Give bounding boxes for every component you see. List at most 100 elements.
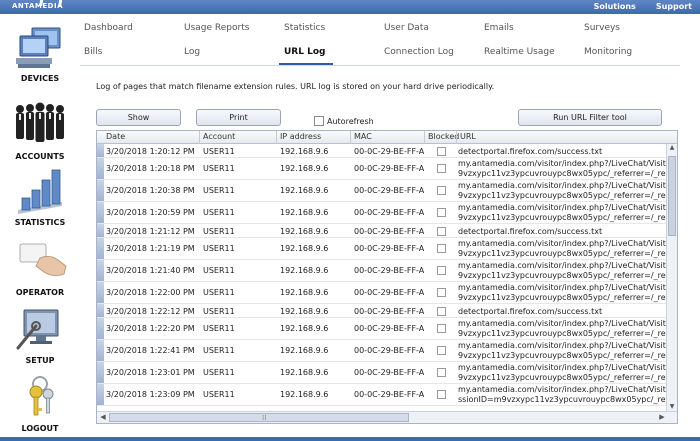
menu-emails[interactable]: Emails — [484, 23, 514, 33]
url-line: my.antamedia.com/visitor/index.php?/Live… — [458, 181, 666, 190]
cell-account: USER11 — [203, 368, 235, 377]
menu-monitoring[interactable]: Monitoring — [584, 47, 632, 57]
table-row[interactable]: 3/20/2018 1:22:41 PM USER11 192.168.9.6 00-… — [97, 340, 667, 362]
bar-chart-icon — [10, 166, 70, 216]
row-selector[interactable] — [97, 260, 104, 281]
url-line: my.antamedia.com/visitor/index.php?/Live… — [458, 319, 666, 328]
cell-date: 3/20/2018 1:20:12 PM — [106, 147, 195, 156]
support-link[interactable]: Support — [656, 2, 692, 11]
column-header-url[interactable]: URL — [456, 131, 677, 144]
menu-connection-log[interactable]: Connection Log — [384, 47, 454, 57]
sidebar-item-accounts[interactable]: ACCOUNTS — [0, 100, 80, 161]
blocked-checkbox[interactable] — [437, 266, 446, 275]
cell-account: USER11 — [203, 346, 235, 355]
menu-realtime-usage[interactable]: Realtime Usage — [484, 47, 555, 57]
run-url-filter-button[interactable]: Run URL Filter tool — [518, 109, 662, 126]
column-header-account[interactable]: Account — [199, 131, 276, 144]
row-selector[interactable] — [97, 362, 104, 383]
column-header-blocked[interactable]: Blocked — [424, 131, 459, 144]
sidebar-item-setup[interactable]: SETUP — [0, 304, 80, 365]
row-selector[interactable] — [97, 340, 104, 361]
cell-mac: 00-0C-29-BE-FF-AA — [354, 368, 424, 377]
vertical-scrollbar[interactable]: ▲ ▼ — [666, 144, 677, 413]
row-selector[interactable] — [97, 282, 104, 303]
menu-user-data[interactable]: User Data — [384, 23, 429, 33]
menu-statistics[interactable]: Statistics — [284, 23, 325, 33]
blocked-checkbox[interactable] — [437, 288, 446, 297]
blocked-checkbox[interactable] — [437, 390, 446, 399]
table-row[interactable]: 3/20/2018 1:23:01 PM USER11 192.168.9.6 00-… — [97, 362, 667, 384]
cell-ip: 192.168.9.6 — [280, 307, 329, 316]
table-row[interactable]: 3/20/2018 1:22:00 PM USER11 192.168.9.6 00-… — [97, 282, 667, 304]
cell-mac: 00-0C-29-BE-FF-AA — [354, 390, 424, 399]
autorefresh-checkbox[interactable] — [314, 116, 324, 126]
table-row[interactable]: 3/20/2018 1:20:18 PM USER11 192.168.9.6 00-… — [97, 158, 667, 180]
table-row[interactable]: 3/20/2018 1:21:40 PM USER11 192.168.9.6 00-… — [97, 260, 667, 282]
vertical-scroll-thumb[interactable] — [668, 156, 676, 236]
table-row[interactable]: 3/20/2018 1:20:59 PM USER11 192.168.9.6 00-… — [97, 202, 667, 224]
menu-url-log[interactable]: URL Log — [284, 47, 325, 57]
horizontal-scroll-thumb[interactable]: ⁞⁞ — [109, 413, 409, 422]
scroll-right-icon[interactable]: ▶ — [657, 413, 667, 423]
sidebar-item-devices[interactable]: DEVICES — [0, 22, 80, 83]
cell-url: my.antamedia.com/visitor/index.php?/Live… — [458, 159, 666, 179]
url-line: my.antamedia.com/visitor/index.php?/Live… — [458, 239, 666, 248]
blocked-checkbox[interactable] — [437, 227, 446, 236]
blocked-checkbox[interactable] — [437, 244, 446, 253]
print-button[interactable]: Print — [196, 109, 281, 126]
url-line: my.antamedia.com/visitor/index.php?/Live… — [458, 203, 666, 212]
menu-bills[interactable]: Bills — [84, 47, 102, 57]
show-button[interactable]: Show — [96, 109, 181, 126]
blocked-checkbox[interactable] — [437, 147, 446, 156]
scroll-up-icon[interactable]: ▲ — [667, 144, 677, 154]
blocked-checkbox[interactable] — [437, 164, 446, 173]
menu-surveys[interactable]: Surveys — [584, 23, 620, 33]
cell-ip: 192.168.9.6 — [280, 164, 329, 173]
row-selector[interactable] — [97, 202, 104, 223]
scroll-left-icon[interactable]: ◀ — [98, 413, 108, 423]
sidebar-item-operator[interactable]: OPERATOR — [0, 236, 80, 297]
table-row[interactable]: 3/20/2018 1:20:12 PM USER11 192.168.9.6 00-… — [97, 144, 667, 158]
sidebar-item-statistics[interactable]: STATISTICS — [0, 166, 80, 227]
menu-usage-reports[interactable]: Usage Reports — [184, 23, 249, 33]
cell-mac: 00-0C-29-BE-FF-AA — [354, 147, 424, 156]
menu-dashboard[interactable]: Dashboard — [84, 23, 133, 33]
row-selector[interactable] — [97, 224, 104, 237]
blocked-checkbox[interactable] — [437, 208, 446, 217]
row-selector[interactable] — [97, 144, 104, 157]
url-line: 9vzxypc11vz3ypcuvrouypc8wx05ypc/_referre… — [458, 373, 666, 382]
blocked-checkbox[interactable] — [437, 324, 446, 333]
column-header-date[interactable]: Date — [103, 131, 199, 144]
cell-mac: 00-0C-29-BE-FF-AA — [354, 324, 424, 333]
column-header-ip[interactable]: IP address — [276, 131, 350, 144]
table-row[interactable]: 3/20/2018 1:21:19 PM USER11 192.168.9.6 00-… — [97, 238, 667, 260]
cell-mac: 00-0C-29-BE-FF-AA — [354, 164, 424, 173]
horizontal-scrollbar[interactable]: ◀ ⁞⁞ ▶ — [97, 411, 677, 423]
table-row[interactable]: 3/20/2018 1:22:12 PM USER11 192.168.9.6 00-… — [97, 304, 667, 318]
blocked-checkbox[interactable] — [437, 307, 446, 316]
column-header-mac[interactable]: MAC — [350, 131, 424, 144]
sidebar-item-logout[interactable]: LOGOUT — [0, 372, 80, 433]
row-selector[interactable] — [97, 384, 104, 405]
cell-account: USER11 — [203, 164, 235, 173]
cell-ip: 192.168.9.6 — [280, 227, 329, 236]
menu-log[interactable]: Log — [184, 47, 200, 57]
blocked-checkbox[interactable] — [437, 368, 446, 377]
table-row[interactable]: 3/20/2018 1:22:20 PM USER11 192.168.9.6 00-… — [97, 318, 667, 340]
table-row[interactable]: 3/20/2018 1:20:38 PM USER11 192.168.9.6 00-… — [97, 180, 667, 202]
row-selector[interactable] — [97, 180, 104, 201]
table-row[interactable]: 3/20/2018 1:23:09 PM USER11 192.168.9.6 00-… — [97, 384, 667, 406]
cell-mac: 00-0C-29-BE-FF-AA — [354, 186, 424, 195]
url-line: 9vzxypc11vz3ypcuvrouypc8wx05ypc/_referre… — [458, 351, 666, 360]
blocked-checkbox[interactable] — [437, 346, 446, 355]
row-selector[interactable] — [97, 318, 104, 339]
solutions-link[interactable]: Solutions — [594, 2, 636, 11]
row-selector[interactable] — [97, 238, 104, 259]
row-selector[interactable] — [97, 304, 104, 317]
sidebar-item-label: STATISTICS — [14, 218, 66, 227]
blocked-checkbox[interactable] — [437, 186, 446, 195]
url-line: 9vzxypc11vz3ypcuvrouypc8wx05ypc/_referre… — [458, 293, 666, 302]
url-line: detectportal.firefox.com/success.txt — [458, 227, 603, 236]
row-selector[interactable] — [97, 158, 104, 179]
table-row[interactable]: 3/20/2018 1:21:12 PM USER11 192.168.9.6 00-… — [97, 224, 667, 238]
